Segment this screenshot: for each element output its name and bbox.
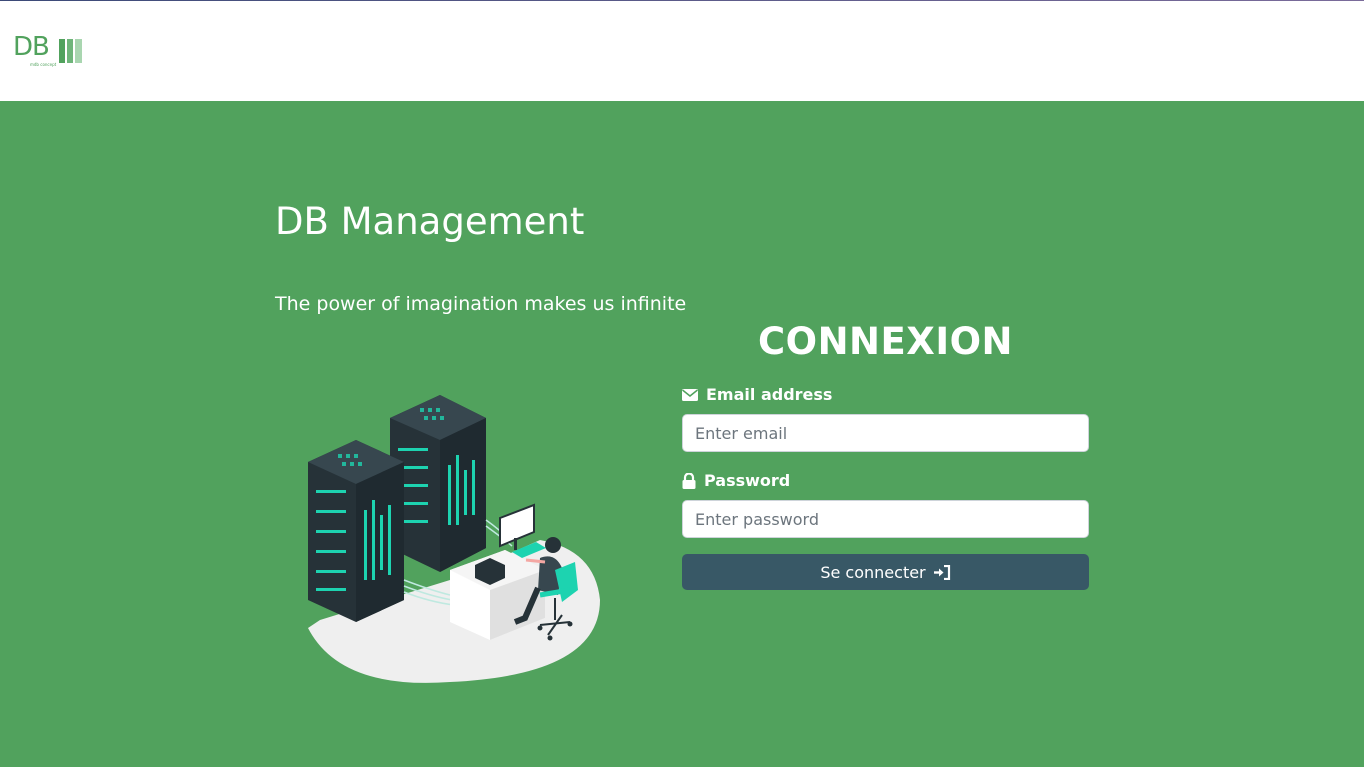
sign-in-icon (933, 564, 950, 580)
envelope-icon (682, 388, 698, 401)
email-label: Email address (682, 385, 832, 404)
logo-bars-icon (59, 39, 83, 63)
tagline: The power of imagination makes us infini… (275, 293, 687, 315)
brand-logo[interactable]: DB mdb concept (13, 34, 85, 70)
password-label-text: Password (704, 471, 791, 490)
password-field[interactable] (682, 500, 1089, 538)
email-label-text: Email address (706, 385, 833, 404)
page-title: DB Management (275, 200, 585, 243)
email-field[interactable] (682, 414, 1089, 452)
login-button[interactable]: Se connecter (682, 554, 1089, 590)
logo-text: DB (13, 32, 50, 62)
lock-icon (682, 472, 696, 489)
logo-subtext: mdb concept (30, 62, 57, 67)
login-title: CONNEXION (757, 320, 1014, 363)
server-illustration (308, 395, 600, 683)
login-button-label: Se connecter (820, 562, 926, 582)
password-label: Password (682, 471, 790, 490)
site-header: DB mdb concept (0, 1, 1364, 101)
